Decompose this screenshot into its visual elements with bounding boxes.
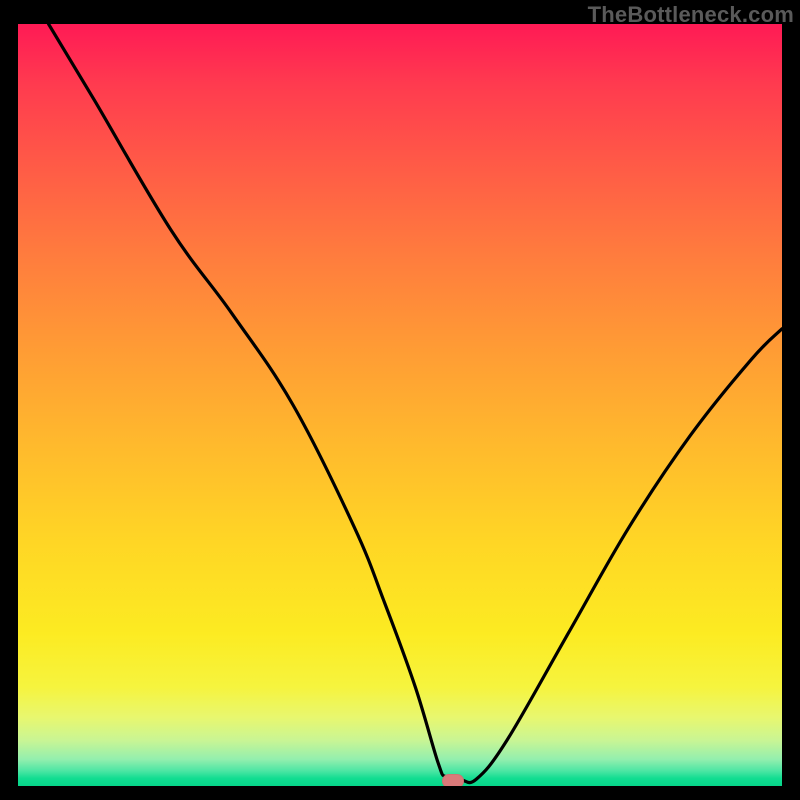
optimal-point-marker [442, 774, 464, 786]
plot-area [18, 24, 782, 786]
chart-stage: TheBottleneck.com [0, 0, 800, 800]
watermark-text: TheBottleneck.com [588, 2, 794, 28]
bottleneck-curve [18, 24, 782, 786]
